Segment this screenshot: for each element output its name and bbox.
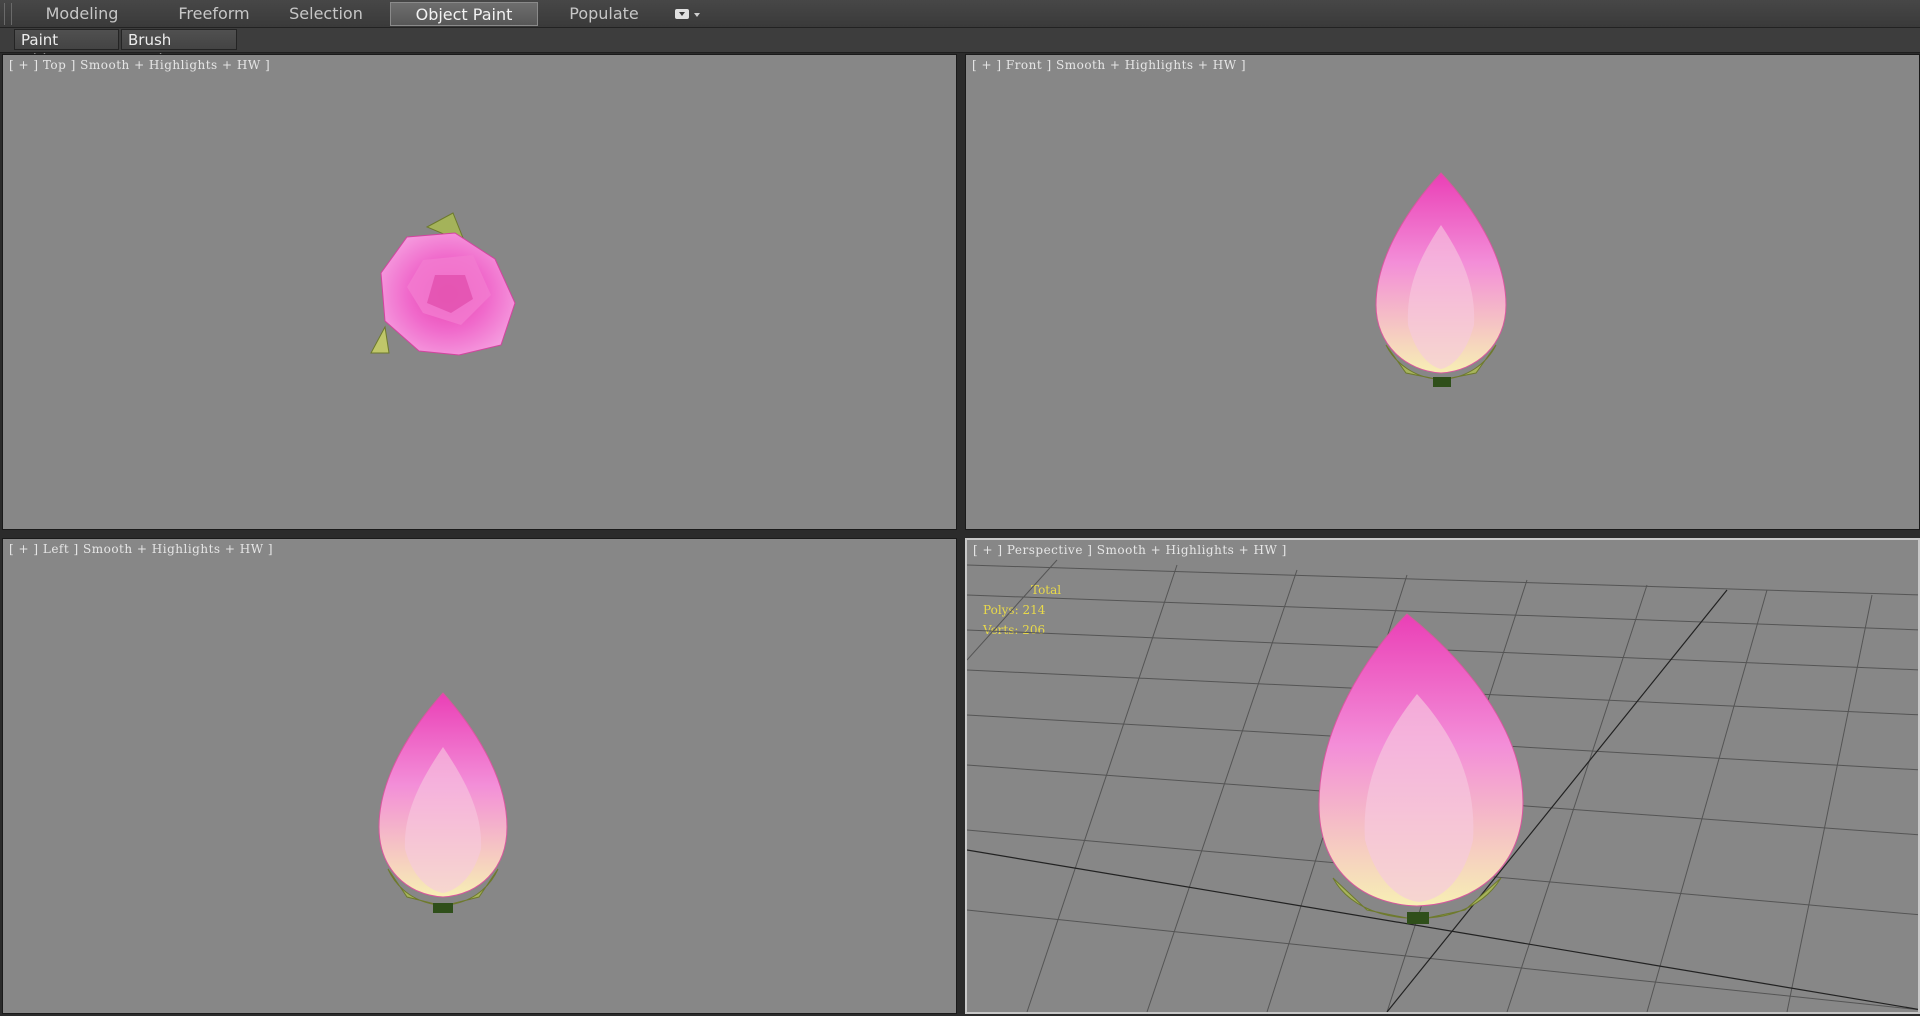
tab-object-paint[interactable]: Object Paint	[390, 2, 538, 26]
viewport-front[interactable]: [ + ] Front ] Smooth + Highlights + HW ]	[965, 54, 1920, 530]
ribbon-options-icon	[675, 9, 700, 19]
viewport-perspective[interactable]: [ + ] Perspective ] Smooth + Highlights …	[965, 538, 1920, 1014]
lotus-left-view	[378, 692, 508, 913]
tab-modeling[interactable]: Modeling	[18, 2, 146, 26]
viewport-left[interactable]: [ + ] Left ] Smooth + Highlights + HW ]	[2, 538, 957, 1014]
lotus-front-view	[1375, 172, 1507, 387]
ribbon-panel: Paint Objects Brush Settings	[0, 28, 1920, 69]
paint-objects-button[interactable]: Paint Objects	[14, 29, 119, 69]
chevron-down-icon	[694, 13, 700, 17]
lotus-top-view	[370, 212, 516, 356]
viewport-top[interactable]: [ + ] Top ] Smooth + Highlights + HW ]	[2, 54, 957, 530]
ribbon-tab-bar: Modeling Freeform Selection Object Paint…	[0, 0, 1920, 28]
tab-populate[interactable]: Populate	[540, 2, 668, 26]
ribbon-options-dropdown[interactable]	[674, 7, 704, 21]
ribbon-grip-handle[interactable]	[4, 3, 12, 25]
tab-freeform[interactable]: Freeform	[150, 2, 278, 26]
perspective-grid	[967, 559, 1918, 1012]
tab-selection[interactable]: Selection	[262, 2, 390, 26]
brush-settings-button[interactable]: Brush Settings	[121, 29, 237, 69]
